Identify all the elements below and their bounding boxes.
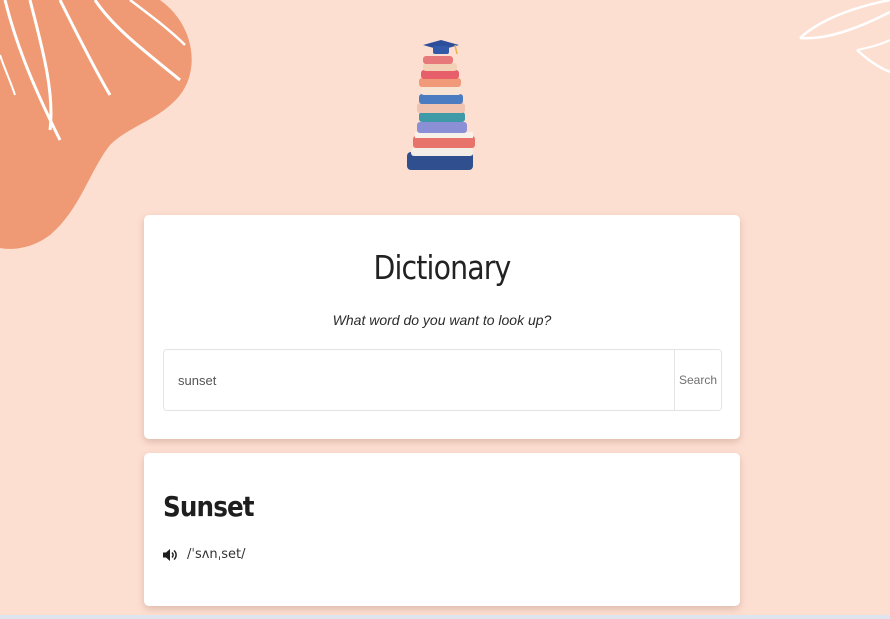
phonetic-text: /ˈsʌnˌset/ (187, 547, 246, 562)
bottom-strip (0, 615, 890, 619)
book-stack-icon (407, 40, 475, 170)
decorative-leaf-right (799, 0, 890, 74)
phonetic-row: /ˈsʌnˌset/ (163, 547, 245, 562)
result-card: Sunset /ˈsʌnˌset/ (144, 453, 740, 606)
search-form: Search (163, 349, 722, 411)
result-word: Sunset (163, 490, 255, 523)
search-card: Dictionary What word do you want to look… (144, 215, 740, 439)
speaker-icon[interactable] (163, 548, 178, 562)
page-title: Dictionary (373, 248, 512, 287)
search-button[interactable]: Search (674, 350, 721, 410)
page-subtitle: What word do you want to look up? (332, 312, 552, 328)
search-input[interactable] (164, 350, 674, 410)
